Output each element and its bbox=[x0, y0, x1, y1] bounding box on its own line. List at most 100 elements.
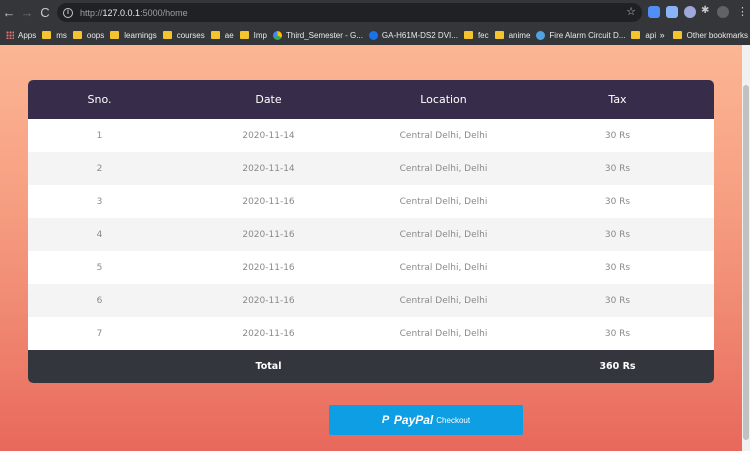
bookmark-label: Apps bbox=[18, 30, 37, 40]
cell-date: 2020-11-16 bbox=[171, 218, 366, 251]
bookmark-label: Third_Semester - G... bbox=[286, 30, 363, 40]
cell-tax: 30 Rs bbox=[521, 218, 714, 251]
cell-sno: 4 bbox=[28, 218, 171, 251]
tax-table: Sno. Date Location Tax 1 2020-11-14 Centra… bbox=[28, 80, 714, 383]
folder-icon bbox=[631, 31, 641, 39]
column-header-tax: Tax bbox=[521, 80, 714, 119]
cell-date: 2020-11-14 bbox=[242, 130, 295, 141]
bookmark-label: courses bbox=[176, 30, 205, 40]
bookmark-item[interactable]: fec bbox=[463, 31, 489, 40]
site-info-icon[interactable]: i bbox=[63, 7, 73, 18]
cell-date: 2020-11-16 bbox=[242, 196, 295, 207]
table-row: 5 2020-11-16 Central Delhi, Delhi 30 Rs bbox=[28, 251, 714, 284]
paypal-checkout-label: Checkout bbox=[436, 415, 471, 425]
bookmark-item[interactable]: courses bbox=[162, 30, 205, 40]
bookmark-item[interactable]: api bbox=[631, 31, 656, 40]
url-text: http://127.0.0.1:5000/home bbox=[80, 8, 188, 18]
column-header-location: Location bbox=[366, 80, 521, 119]
total-spacer bbox=[366, 350, 521, 383]
column-header-sno: Sno. bbox=[28, 80, 171, 119]
bookmark-label: api bbox=[645, 30, 657, 40]
folder-icon bbox=[210, 31, 220, 39]
table-header-row: Sno. Date Location Tax bbox=[28, 80, 714, 119]
bookmark-item[interactable]: Fire Alarm Circuit D... bbox=[536, 30, 625, 40]
bookmark-item[interactable]: GA-H61M-DS2 DVI... bbox=[368, 30, 458, 40]
cell-tax: 30 Rs bbox=[604, 328, 631, 339]
paypal-brand: PayPal bbox=[393, 413, 434, 427]
bookmark-item[interactable]: ms bbox=[42, 31, 67, 40]
back-icon[interactable]: ← bbox=[0, 0, 18, 25]
bookmark-label: ms bbox=[56, 30, 67, 40]
cell-sno: 7 bbox=[96, 328, 103, 339]
bookmarks-overflow-icon[interactable]: » bbox=[660, 30, 665, 40]
cell-location: Central Delhi, Delhi bbox=[399, 196, 488, 207]
folder-icon bbox=[494, 31, 504, 39]
extension-icon[interactable] bbox=[648, 6, 660, 18]
cell-date: 2020-11-16 bbox=[171, 284, 366, 317]
other-bookmarks[interactable]: Other bookmarks bbox=[672, 30, 748, 40]
url-path: :5000/home bbox=[140, 7, 188, 18]
table-row: 4 2020-11-16 Central Delhi, Delhi 30 Rs bbox=[28, 218, 714, 251]
menu-dots-icon[interactable]: ⋮ bbox=[737, 5, 749, 18]
bookmark-star-icon[interactable]: ☆ bbox=[626, 5, 636, 18]
bookmark-item[interactable]: Imp bbox=[239, 31, 267, 40]
folder-icon bbox=[72, 31, 82, 39]
bookmark-item[interactable]: anime bbox=[494, 30, 531, 40]
extension-icon[interactable] bbox=[684, 6, 696, 18]
scrollbar[interactable] bbox=[742, 45, 750, 451]
puzzle-icon[interactable]: ✱ bbox=[701, 5, 713, 17]
table-row: 3 2020-11-16 Central Delhi, Delhi 30 Rs bbox=[28, 185, 714, 218]
reload-icon[interactable]: C bbox=[36, 0, 54, 25]
bookmark-item[interactable]: oops bbox=[72, 30, 105, 40]
cell-date: 2020-11-16 bbox=[242, 262, 295, 273]
cell-sno: 5 bbox=[96, 262, 103, 273]
scrollbar-thumb[interactable] bbox=[743, 85, 749, 440]
bookmark-label: learnings bbox=[124, 30, 157, 40]
table-row: 7 2020-11-16 Central Delhi, Delhi 30 Rs bbox=[28, 317, 714, 350]
bookmark-item[interactable]: learnings bbox=[110, 30, 157, 40]
page-background: Sno. Date Location Tax 1 2020-11-14 Centra… bbox=[0, 45, 742, 451]
cell-location: Central Delhi, Delhi bbox=[399, 328, 488, 339]
tax-table-card: Sno. Date Location Tax 1 2020-11-14 Centra… bbox=[28, 80, 714, 383]
apps-grid-icon bbox=[6, 31, 14, 39]
folder-icon bbox=[162, 31, 172, 39]
cell-tax: 30 Rs bbox=[521, 152, 714, 185]
other-bookmarks-label: Other bookmarks bbox=[686, 30, 748, 40]
forward-icon[interactable]: → bbox=[18, 0, 36, 25]
paypal-logo-icon: P bbox=[381, 414, 390, 426]
table-row: 6 2020-11-16 Central Delhi, Delhi 30 Rs bbox=[28, 284, 714, 317]
avatar[interactable] bbox=[717, 6, 729, 18]
total-label: Total bbox=[171, 350, 366, 383]
folder-icon bbox=[110, 31, 120, 39]
address-bar[interactable]: i http://127.0.0.1:5000/home ☆ bbox=[57, 3, 642, 22]
cell-tax: 30 Rs bbox=[521, 284, 714, 317]
bookmark-item[interactable]: Third_Semester - G... bbox=[273, 30, 363, 40]
url-host: 127.0.0.1 bbox=[102, 7, 141, 18]
cell-tax: 30 Rs bbox=[604, 262, 631, 273]
bookmark-item[interactable]: Apps bbox=[6, 31, 36, 40]
cell-tax: 30 Rs bbox=[604, 130, 631, 141]
folder-icon bbox=[239, 31, 249, 39]
bookmarks-bar: Apps ms oops learnings courses ae Imp Third_Sem… bbox=[0, 25, 750, 45]
cell-sno: 1 bbox=[96, 130, 103, 141]
bookmark-label: oops bbox=[86, 30, 105, 40]
bookmark-label: anime bbox=[508, 30, 531, 40]
cell-location: Central Delhi, Delhi bbox=[399, 262, 488, 273]
cell-location: Central Delhi, Delhi bbox=[366, 284, 521, 317]
google-drive-icon bbox=[273, 30, 282, 40]
bookmark-label: GA-H61M-DS2 DVI... bbox=[381, 30, 458, 40]
table-total-row: Total 360 Rs bbox=[28, 350, 714, 383]
bookmarks-right: » Other bookmarks bbox=[660, 25, 748, 45]
folder-icon bbox=[42, 31, 52, 39]
cell-sno: 3 bbox=[96, 196, 103, 207]
folder-icon bbox=[463, 31, 473, 39]
total-spacer bbox=[28, 350, 171, 383]
extension-icon[interactable] bbox=[666, 6, 678, 18]
cell-sno: 6 bbox=[28, 284, 171, 317]
bookmark-item[interactable]: ae bbox=[210, 30, 234, 40]
bookmark-label: ae bbox=[224, 30, 234, 40]
url-scheme: http:// bbox=[80, 7, 103, 18]
browser-toolbar: ← → C i http://127.0.0.1:5000/home ☆ ✱ ⋮ bbox=[0, 0, 750, 25]
globe-icon bbox=[536, 30, 546, 40]
paypal-checkout-button[interactable]: P PayPal Checkout bbox=[329, 405, 523, 435]
